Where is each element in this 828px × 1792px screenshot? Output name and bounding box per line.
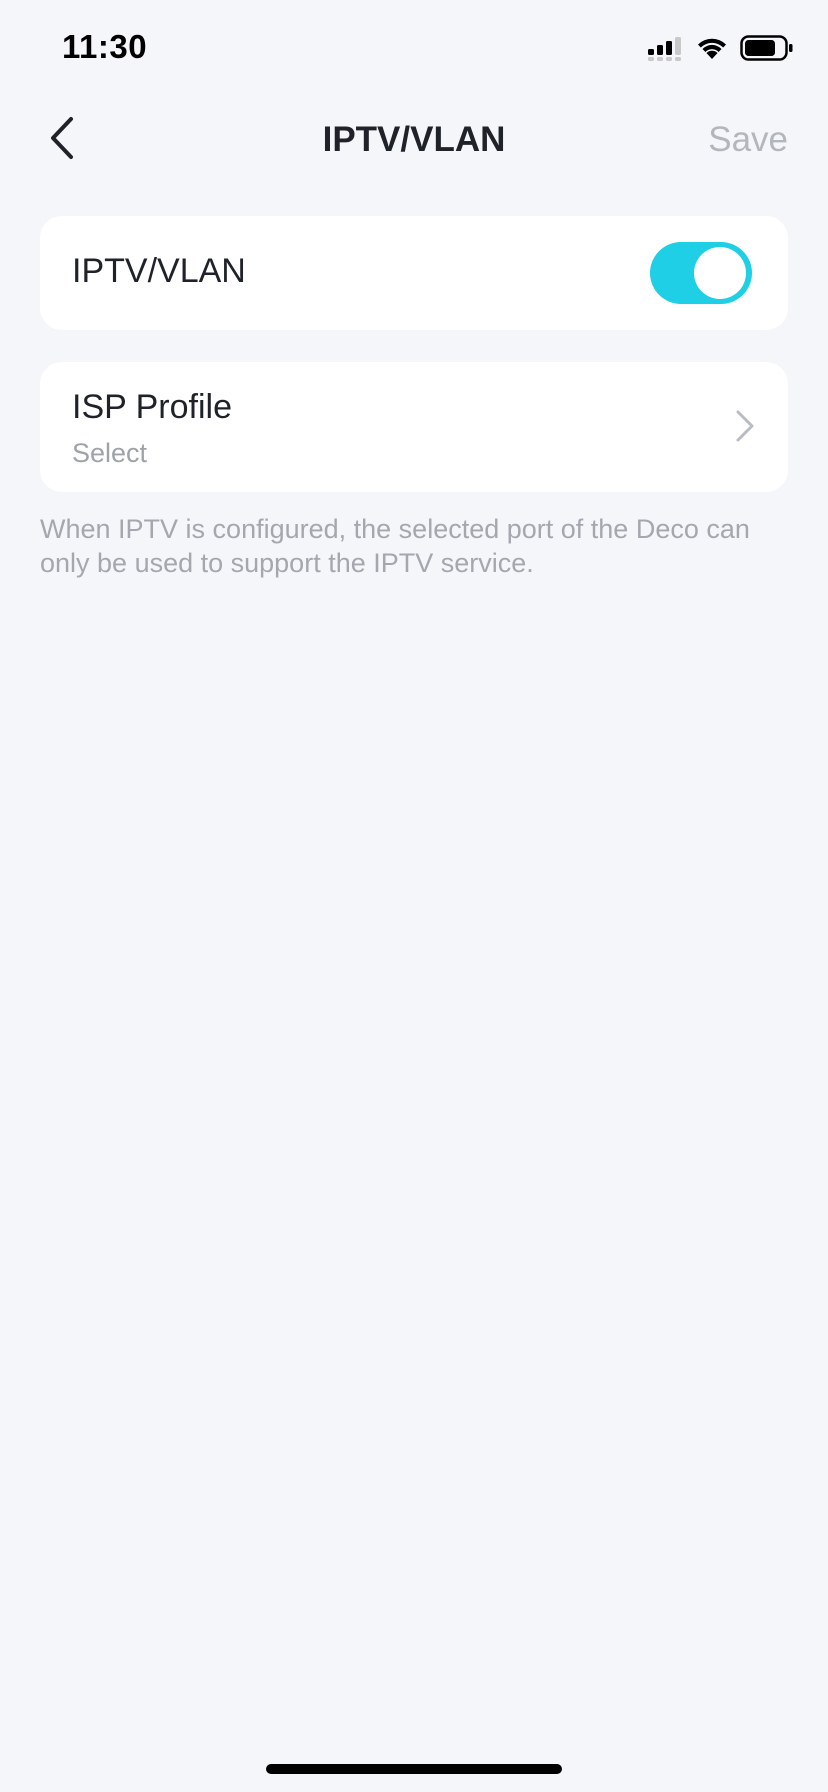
status-time: 11:30 [62,28,148,65]
page-title: IPTV/VLAN [322,120,506,159]
iptv-vlan-card: IPTV/VLAN [40,216,788,330]
home-indicator[interactable] [266,1764,562,1774]
isp-profile-value: Select [72,438,148,468]
iptv-vlan-toggle[interactable] [650,242,752,304]
isp-profile-label: ISP Profile [72,388,233,426]
toggle-knob [694,247,746,299]
status-icons [648,34,794,66]
save-button[interactable]: Save [708,120,788,160]
chevron-right-icon [726,408,762,444]
cellular-signal-icon [648,35,684,66]
wifi-icon [696,35,728,66]
navigation-bar: IPTV/VLAN Save [0,100,828,180]
iptv-info-note: When IPTV is configured, the selected po… [40,514,750,578]
iptv-vlan-label: IPTV/VLAN [72,252,246,290]
battery-icon [740,34,794,67]
status-bar: 11:30 [0,0,828,100]
isp-profile-row[interactable]: ISP Profile Select [40,362,788,492]
